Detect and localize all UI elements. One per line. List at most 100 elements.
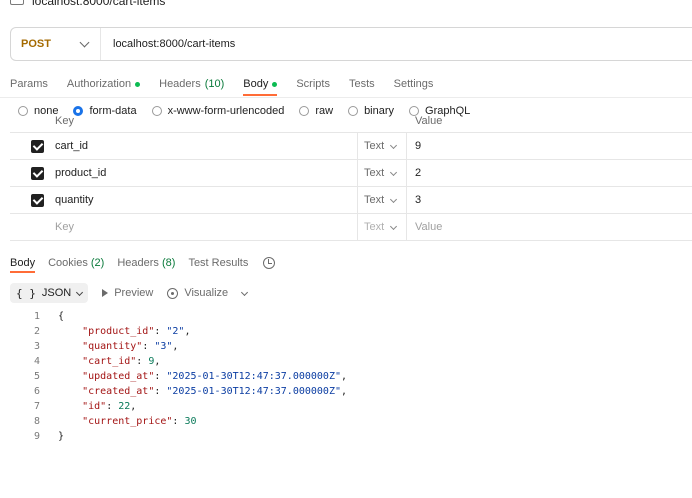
radio-form-data[interactable]: form-data xyxy=(73,105,137,117)
tab-params[interactable]: Params xyxy=(10,74,48,94)
value-cell[interactable]: 3 xyxy=(415,194,421,206)
format-label: JSON xyxy=(41,287,72,299)
radio-x-www-form-urlencoded[interactable]: x-www-form-urlencoded xyxy=(151,105,284,117)
tab-params-label: Params xyxy=(10,78,48,90)
value-cell[interactable]: 9 xyxy=(415,140,421,152)
code-token: : xyxy=(154,371,167,382)
code-line: 9} xyxy=(20,429,680,444)
history-icon[interactable] xyxy=(263,257,276,269)
radio-binary[interactable]: binary xyxy=(348,105,394,117)
key-cell[interactable]: cart_id xyxy=(55,140,88,152)
line-number: 9 xyxy=(33,431,40,442)
tab-headers-label: Headers xyxy=(159,78,201,90)
request-title-bar: localhost:8000/cart-items xyxy=(10,0,165,8)
type-select[interactable]: Text xyxy=(357,133,407,159)
code-token: , xyxy=(184,326,191,337)
code-token: "created_at" xyxy=(82,386,155,397)
value-placeholder[interactable]: Value xyxy=(415,221,442,233)
code-token: "product_id" xyxy=(82,326,155,337)
key-cell[interactable]: product_id xyxy=(55,167,106,179)
table-row: product_id Text 2 xyxy=(10,160,692,187)
type-label: Text xyxy=(364,140,385,152)
type-select[interactable]: Text xyxy=(357,160,407,186)
code-line: 8 "current_price": 30 xyxy=(20,414,680,429)
line-number: 5 xyxy=(33,371,40,382)
tab-authorization-label: Authorization xyxy=(66,78,132,90)
code-token: : xyxy=(172,416,185,427)
radio-circle-icon[interactable] xyxy=(151,106,162,116)
tab-authorization[interactable]: Authorization xyxy=(66,74,141,94)
response-body-editor[interactable]: 1{2 "product_id": "2", 3 "quantity": "3",… xyxy=(20,309,680,444)
value-cell[interactable]: 2 xyxy=(415,167,421,179)
line-number: 6 xyxy=(33,386,40,397)
chevron-down-icon xyxy=(79,37,90,47)
visualize-button[interactable]: Visualize xyxy=(167,287,228,299)
code-token: "2025-01-30T12:47:37.000000Z" xyxy=(166,371,341,382)
chevron-down-icon[interactable] xyxy=(241,288,249,296)
radio-circle-icon[interactable] xyxy=(348,106,359,116)
tab-count: (2) xyxy=(90,257,105,269)
status-dot-icon xyxy=(272,81,278,87)
key-cell[interactable]: quantity xyxy=(55,194,94,206)
tab-scripts-label: Scripts xyxy=(296,78,330,90)
method-label: POST xyxy=(21,38,51,50)
code-token: : xyxy=(142,341,155,352)
code-token: } xyxy=(58,431,65,442)
type-label: Text xyxy=(364,221,385,233)
tab-body[interactable]: Body xyxy=(243,74,278,96)
chevron-down-icon xyxy=(390,222,398,230)
radio-selected-icon[interactable] xyxy=(73,106,84,116)
radio-none[interactable]: none xyxy=(18,105,58,117)
response-tab-body[interactable]: Body xyxy=(10,257,36,273)
response-tab-headers[interactable]: Headers (8) xyxy=(117,257,175,269)
code-token: , xyxy=(154,356,161,367)
tab-headers[interactable]: Headers (10) xyxy=(159,74,224,94)
code-line: 2 "product_id": "2", xyxy=(20,324,680,339)
code-token: "2025-01-30T12:47:37.000000Z" xyxy=(166,386,341,397)
tab-scripts[interactable]: Scripts xyxy=(296,74,330,94)
line-number: 1 xyxy=(33,311,40,322)
code-token: : xyxy=(106,401,119,412)
line-number: 3 xyxy=(33,341,40,352)
url-bar: POST localhost:8000/cart-items xyxy=(10,27,692,61)
radio-circle-icon[interactable] xyxy=(299,106,310,116)
row-checkbox[interactable] xyxy=(31,194,44,207)
tab-tests[interactable]: Tests xyxy=(349,74,375,94)
http-request-icon xyxy=(10,0,24,5)
code-token: "3" xyxy=(154,341,173,352)
method-select[interactable]: POST xyxy=(11,28,101,60)
radio-label: binary xyxy=(364,105,395,117)
format-select[interactable]: { } JSON xyxy=(10,283,89,303)
row-checkbox[interactable] xyxy=(31,140,44,153)
form-data-table: Key Value cart_id Text 9 product_id Text… xyxy=(10,115,692,241)
radio-raw[interactable]: raw xyxy=(299,105,333,117)
chevron-down-icon xyxy=(390,168,398,176)
code-line: 6 "created_at": "2025-01-30T12:47:37.000… xyxy=(20,384,680,399)
url-input[interactable]: localhost:8000/cart-items xyxy=(101,38,235,50)
request-title[interactable]: localhost:8000/cart-items xyxy=(32,0,165,8)
tab-count: (8) xyxy=(161,257,176,269)
response-tabs: Body Cookies (2) Headers (8) Test Result… xyxy=(10,255,276,273)
response-tab-test-results[interactable]: Test Results xyxy=(188,257,248,269)
row-checkbox[interactable] xyxy=(31,167,44,180)
preview-button[interactable]: Preview xyxy=(102,287,153,299)
tab-label: Headers xyxy=(117,257,159,269)
value-column-header: Value xyxy=(415,115,443,127)
tab-settings[interactable]: Settings xyxy=(394,74,434,94)
type-select[interactable]: Text xyxy=(357,214,407,240)
type-select[interactable]: Text xyxy=(357,187,407,213)
code-line: 7 "id": 22, xyxy=(20,399,680,414)
radio-label: raw xyxy=(315,105,334,117)
radio-label: form-data xyxy=(89,105,137,117)
radio-circle-icon[interactable] xyxy=(18,106,28,116)
code-token: , xyxy=(341,371,348,382)
key-placeholder[interactable]: Key xyxy=(55,221,74,233)
response-tab-cookies[interactable]: Cookies (2) xyxy=(48,257,104,269)
key-column-header: Key xyxy=(55,115,74,127)
code-token: "id" xyxy=(82,401,107,412)
code-token: : xyxy=(154,326,167,337)
line-number: 7 xyxy=(33,401,40,412)
code-token: "2" xyxy=(166,326,185,337)
